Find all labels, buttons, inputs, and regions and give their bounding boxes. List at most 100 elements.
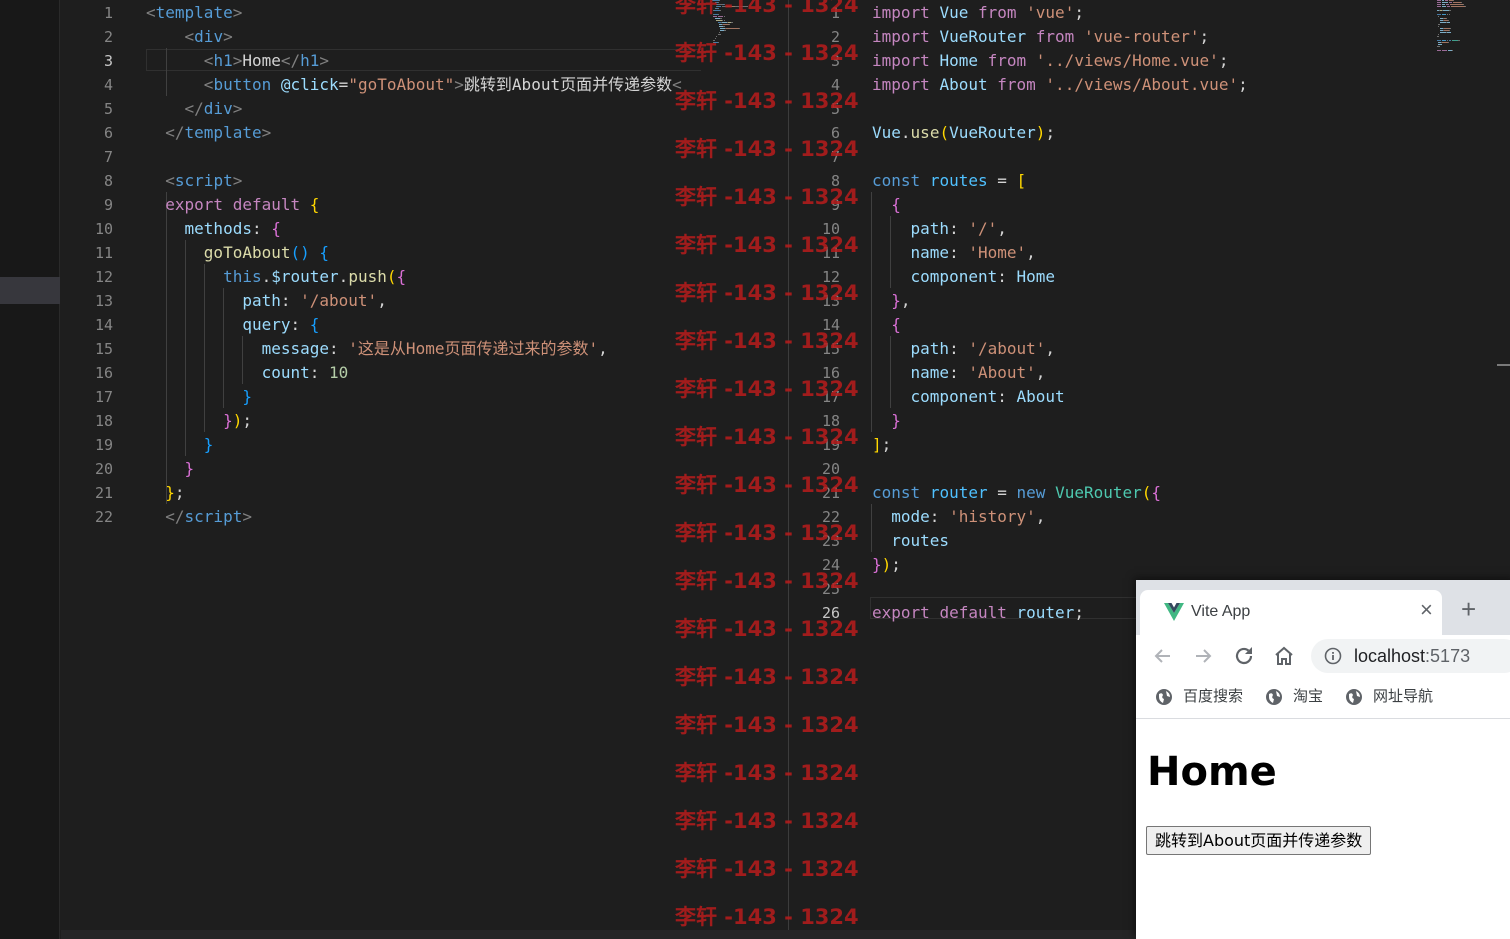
info-icon[interactable]: [1324, 647, 1342, 665]
code-line[interactable]: });: [146, 409, 701, 433]
code-line[interactable]: ];: [872, 433, 1510, 457]
code-line[interactable]: Vue.use(VueRouter);: [872, 121, 1510, 145]
code-line[interactable]: [146, 145, 701, 169]
line-number: 13: [821, 292, 840, 310]
code-line[interactable]: mode: 'history',: [872, 505, 1510, 529]
code-line[interactable]: [872, 457, 1510, 481]
code-line[interactable]: import About from '../views/About.vue';: [872, 73, 1510, 97]
minimap-left[interactable]: [712, 0, 756, 60]
code-line[interactable]: name: 'Home',: [872, 241, 1510, 265]
code-token: ,: [997, 219, 1007, 238]
minimap-token: [1447, 14, 1448, 15]
browser-tab[interactable]: Vite App ×: [1140, 590, 1442, 635]
line-number: 20: [821, 460, 840, 478]
code-line[interactable]: {: [872, 193, 1510, 217]
go-to-about-button[interactable]: 跳转到About页面并传递参数: [1146, 826, 1372, 855]
code-line[interactable]: import VueRouter from 'vue-router';: [872, 25, 1510, 49]
code-line[interactable]: count: 10: [146, 361, 701, 385]
code-line[interactable]: goToAbout() {: [146, 241, 701, 265]
url-port: :5173: [1425, 646, 1471, 666]
code-token: ,: [377, 291, 387, 310]
minimap-token: [1447, 22, 1450, 23]
code-line[interactable]: }: [146, 433, 701, 457]
code-line[interactable]: routes: [872, 529, 1510, 553]
code-line[interactable]: <button @click="goToAbout">跳转到About页面并传递…: [146, 73, 701, 97]
code-line[interactable]: import Vue from 'vue';: [872, 1, 1510, 25]
code-line[interactable]: },: [872, 289, 1510, 313]
code-line[interactable]: }: [146, 457, 701, 481]
code-line[interactable]: export default {: [146, 193, 701, 217]
code-line[interactable]: <script>: [146, 169, 701, 193]
new-tab-button[interactable]: +: [1461, 596, 1476, 622]
code-token: h1: [213, 51, 233, 70]
code-line[interactable]: import Home from '../views/Home.vue';: [872, 49, 1510, 73]
tab-title: Vite App: [1191, 603, 1251, 620]
code-line[interactable]: </div>: [146, 97, 701, 121]
code-line[interactable]: <h1>Home</h1>: [146, 49, 701, 73]
back-arrow-icon[interactable]: [1151, 644, 1175, 668]
omnibox[interactable]: localhost:5173: [1311, 639, 1510, 673]
code-token: 'history': [949, 507, 1036, 526]
code-line[interactable]: const routes = [: [872, 169, 1510, 193]
code-line[interactable]: <template>: [146, 1, 701, 25]
activity-bar-active-item[interactable]: [0, 277, 60, 304]
minimap-token: [1447, 40, 1448, 41]
code-line[interactable]: query: {: [146, 313, 701, 337]
forward-arrow-icon[interactable]: [1191, 644, 1215, 668]
minimap-token: [1446, 18, 1447, 19]
code-token: '/about': [300, 291, 378, 310]
home-icon[interactable]: [1272, 644, 1296, 668]
url-text[interactable]: localhost:5173: [1354, 646, 1470, 666]
code-line[interactable]: </script>: [146, 505, 701, 529]
line-number: 9: [830, 196, 840, 214]
code-line[interactable]: }: [146, 385, 701, 409]
minimap-token: [1442, 40, 1446, 41]
code-token: }: [242, 387, 252, 406]
code-line[interactable]: path: '/about',: [872, 337, 1510, 361]
pane-divider[interactable]: [788, 0, 789, 930]
minimap-token: [1437, 14, 1441, 15]
code-line[interactable]: };: [146, 481, 701, 505]
code-line[interactable]: component: Home: [872, 265, 1510, 289]
tab-close-button[interactable]: ×: [1420, 598, 1433, 622]
code-token: <: [203, 51, 214, 70]
minimap-right[interactable]: [1437, 0, 1481, 60]
code-line[interactable]: path: '/about',: [146, 289, 701, 313]
code-line[interactable]: });: [872, 553, 1510, 577]
vue-logo-icon: [1164, 603, 1184, 621]
code-line[interactable]: }: [872, 409, 1510, 433]
code-line[interactable]: const router = new VueRouter({: [872, 481, 1510, 505]
minimap-token: [727, 6, 735, 7]
minimap-token: [718, 42, 719, 43]
code-line[interactable]: methods: {: [146, 217, 701, 241]
code-line[interactable]: </template>: [146, 121, 701, 145]
code-line[interactable]: this.$router.push({: [146, 265, 701, 289]
code-token: router: [1016, 603, 1075, 622]
code-line[interactable]: message: '这是从Home页面传递过来的参数',: [146, 337, 701, 361]
code-line[interactable]: name: 'About',: [872, 361, 1510, 385]
minimap-token: [1442, 50, 1447, 51]
line-number: 15: [94, 340, 113, 358]
code-token: >: [319, 51, 330, 70]
editor-left[interactable]: 1 <template> 2 <div> 3 <h1>Home</h1> 4 <butt…: [61, 0, 701, 930]
code-line[interactable]: path: '/',: [872, 217, 1510, 241]
code-line[interactable]: <div>: [146, 25, 701, 49]
code-token: script: [184, 507, 243, 526]
minimap-token: [722, 20, 723, 21]
code-token: 'vue-router': [1083, 27, 1200, 46]
line-number: 4: [830, 76, 840, 94]
code-line[interactable]: {: [872, 313, 1510, 337]
code-line[interactable]: [872, 97, 1510, 121]
code-line[interactable]: component: About: [872, 385, 1510, 409]
reload-icon[interactable]: [1232, 644, 1256, 668]
code-line[interactable]: [872, 145, 1510, 169]
